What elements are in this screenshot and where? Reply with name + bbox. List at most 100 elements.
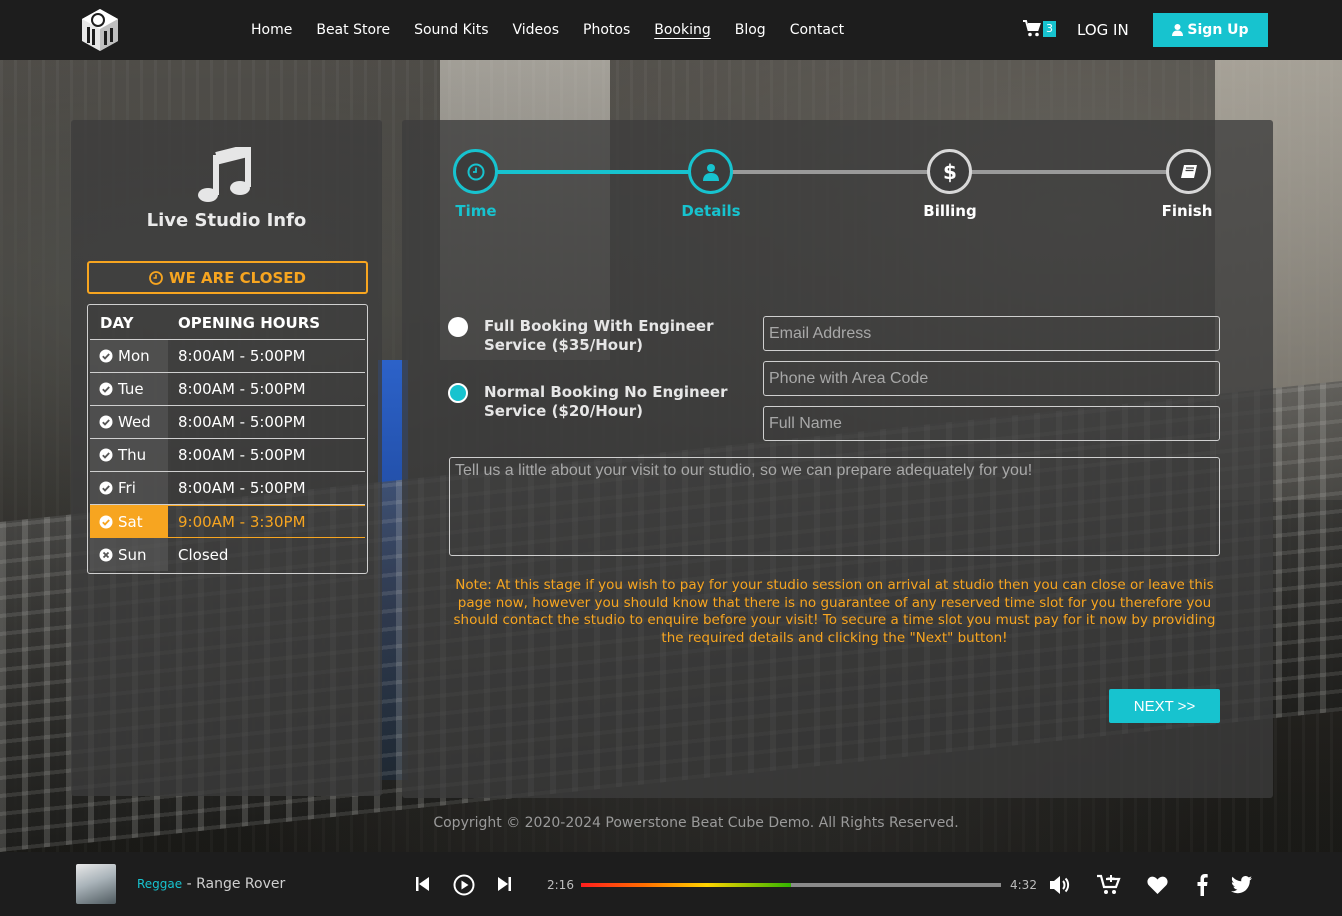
day-name: Thu: [118, 446, 147, 464]
day-hours: 8:00AM - 5:00PM: [178, 413, 306, 431]
nav-videos[interactable]: Videos: [512, 22, 559, 38]
studio-status-text: WE ARE CLOSED: [169, 268, 306, 287]
nav-photos[interactable]: Photos: [583, 22, 630, 38]
total-time: 4:32: [1010, 878, 1037, 892]
add-to-cart-icon[interactable]: [1097, 874, 1121, 896]
day-hours: 8:00AM - 5:00PM: [178, 479, 306, 497]
volume-icon[interactable]: [1049, 875, 1071, 895]
cart-button[interactable]: 3: [1023, 20, 1056, 37]
site-logo[interactable]: [78, 7, 122, 51]
step-label-details: Details: [681, 202, 741, 220]
day-name: Sat: [118, 512, 143, 531]
payment-note: Note: At this stage if you wish to pay f…: [453, 577, 1216, 646]
site-header: Home Beat Store Sound Kits Videos Photos…: [0, 0, 1342, 60]
option-full-booking[interactable]: Full Booking With Engineer Service ($35/…: [448, 317, 728, 355]
svg-text:$: $: [943, 161, 957, 183]
next-track-icon[interactable]: [497, 877, 511, 891]
track-title: Range Rover: [196, 876, 286, 892]
booking-form-panel: $ Time Details Billing Finish Full Booki…: [402, 120, 1273, 798]
option-full-booking-label: Full Booking With Engineer Service ($35/…: [484, 317, 714, 354]
track-thumbnail[interactable]: [76, 864, 116, 904]
play-icon[interactable]: [453, 874, 475, 896]
phone-field[interactable]: [763, 361, 1220, 396]
track-progress-bar[interactable]: [581, 883, 1001, 887]
full-name-field[interactable]: [763, 406, 1220, 441]
option-normal-booking-label: Normal Booking No Engineer Service ($20/…: [484, 383, 728, 420]
nav-contact[interactable]: Contact: [790, 22, 844, 38]
facebook-icon[interactable]: [1196, 874, 1208, 896]
signup-button[interactable]: Sign Up: [1153, 13, 1268, 47]
dollar-icon: $: [943, 161, 957, 183]
day-name: Mon: [118, 347, 150, 365]
check-circle-icon: [99, 349, 113, 363]
current-time: 2:16: [547, 878, 574, 892]
track-separator: -: [182, 876, 197, 892]
day-name: Sun: [118, 545, 147, 564]
studio-status-badge: WE ARE CLOSED: [87, 261, 368, 294]
nav-sound-kits[interactable]: Sound Kits: [414, 22, 488, 38]
nav-home[interactable]: Home: [251, 22, 292, 38]
user-icon: [1172, 24, 1184, 36]
next-button[interactable]: NEXT >>: [1109, 689, 1220, 723]
step-label-finish: Finish: [1161, 202, 1213, 220]
option-normal-booking[interactable]: Normal Booking No Engineer Service ($20/…: [448, 383, 738, 421]
day-hours: 8:00AM - 5:00PM: [178, 380, 306, 398]
close-circle-icon: [99, 548, 113, 561]
clock-icon: [467, 163, 484, 180]
music-note-icon: [198, 147, 251, 202]
step-billing[interactable]: $: [927, 149, 972, 194]
step-label-time: Time: [455, 202, 497, 220]
track-info: Reggae - Range Rover: [137, 876, 285, 892]
studio-info-panel: Live Studio Info WE ARE CLOSED DAY OPENI…: [71, 120, 382, 796]
user-icon: [702, 163, 719, 181]
main-nav: Home Beat Store Sound Kits Videos Photos…: [251, 0, 844, 60]
check-circle-icon: [99, 481, 113, 495]
studio-info-title: Live Studio Info: [146, 210, 307, 231]
table-header-row: DAY OPENING HOURS: [90, 307, 365, 340]
cart-icon: [1023, 20, 1041, 37]
track-genre[interactable]: Reggae: [137, 877, 182, 891]
day-hours: Closed: [178, 545, 229, 564]
table-row: Fri 8:00AM - 5:00PM: [90, 472, 365, 505]
login-link[interactable]: LOG IN: [1077, 21, 1129, 39]
copyright-text: Copyright © 2020-2024 Powerstone Beat Cu…: [433, 815, 959, 831]
table-row-today: Sat 9:00AM - 3:30PM: [90, 505, 365, 538]
day-hours: 9:00AM - 3:30PM: [178, 512, 306, 531]
music-player: Reggae - Range Rover 2:16 4:32: [0, 852, 1342, 916]
check-circle-icon: [99, 448, 113, 462]
table-row: Tue 8:00AM - 5:00PM: [90, 373, 365, 406]
day-name: Wed: [118, 413, 151, 431]
day-hours: 8:00AM - 5:00PM: [178, 446, 306, 464]
step-details[interactable]: [688, 149, 733, 194]
visit-message-field[interactable]: [449, 457, 1220, 556]
column-header-day: DAY: [100, 314, 134, 332]
track-progress-fill: [581, 883, 791, 887]
book-icon: [1180, 164, 1197, 178]
day-hours: 8:00AM - 5:00PM: [178, 347, 306, 365]
previous-track-icon[interactable]: [416, 877, 430, 891]
radio-full-booking[interactable]: [448, 317, 468, 337]
column-header-hours: OPENING HOURS: [178, 314, 321, 332]
signup-label: Sign Up: [1187, 22, 1249, 38]
check-circle-icon: [99, 415, 113, 429]
booking-progress-steps: $ Time Details Billing Finish: [402, 120, 1273, 230]
opening-hours-table: DAY OPENING HOURS Mon 8:00AM - 5:00PM Tu…: [87, 304, 368, 574]
twitter-icon[interactable]: [1231, 876, 1252, 894]
clock-icon: [149, 270, 163, 285]
nav-booking[interactable]: Booking: [654, 22, 711, 38]
heart-icon[interactable]: [1147, 876, 1168, 894]
table-row: Mon 8:00AM - 5:00PM: [90, 340, 365, 373]
nav-blog[interactable]: Blog: [735, 22, 766, 38]
table-row: Thu 8:00AM - 5:00PM: [90, 439, 365, 472]
step-finish[interactable]: [1166, 149, 1211, 194]
day-name: Fri: [118, 479, 136, 497]
cart-count-badge: 3: [1043, 20, 1056, 37]
table-row: Sun Closed: [90, 538, 365, 571]
radio-normal-booking[interactable]: [448, 383, 468, 403]
nav-beat-store[interactable]: Beat Store: [316, 22, 390, 38]
email-field[interactable]: [763, 316, 1220, 351]
step-time[interactable]: [453, 149, 498, 194]
step-label-billing: Billing: [923, 202, 977, 220]
check-circle-icon: [99, 382, 113, 396]
table-row: Wed 8:00AM - 5:00PM: [90, 406, 365, 439]
